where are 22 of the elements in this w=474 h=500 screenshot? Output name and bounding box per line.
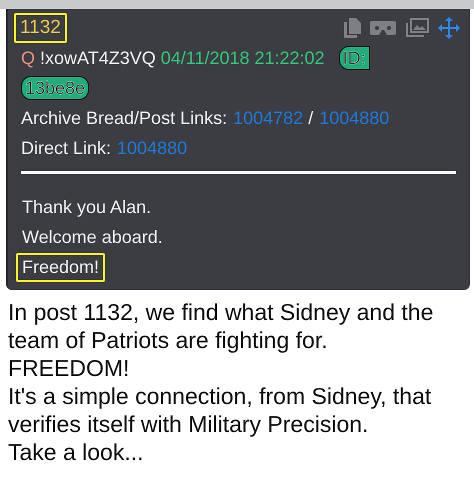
caption-text: It's a simple connection, from Sidney, that verifies itself with Military Precision. [8, 382, 432, 438]
post-link[interactable]: 1004880 [319, 108, 390, 128]
caption-text: FREEDOM! [8, 354, 130, 382]
caption-text: Take a look... [8, 438, 145, 466]
post-number: 1132 [14, 13, 67, 43]
tripcode: !xowAT4Z3VQ [40, 48, 156, 68]
move-icon[interactable] [438, 17, 460, 39]
message-line: Welcome aboard. [21, 226, 164, 249]
timestamp: 04/11/2018 21:22:02 [160, 48, 325, 68]
separator: / [308, 108, 314, 128]
caption-text: In post 1132, we find what Sidney and the team of Patriots are fighting for. [8, 298, 434, 354]
author-name: Q [21, 48, 36, 68]
id-badge: 13be8e [21, 76, 90, 100]
message-line: Thank you Alan. [21, 196, 152, 219]
archive-label: Archive Bread/Post Links: [21, 108, 228, 128]
post-link[interactable]: 1004880 [117, 138, 188, 158]
vr-goggles-icon[interactable] [370, 19, 396, 37]
post-link[interactable]: 1004782 [233, 108, 304, 128]
direct-link-label: Direct Link: [21, 138, 112, 158]
images-icon[interactable] [405, 18, 429, 38]
id-badge: ID: [338, 46, 370, 70]
copy-icon[interactable] [343, 18, 361, 38]
